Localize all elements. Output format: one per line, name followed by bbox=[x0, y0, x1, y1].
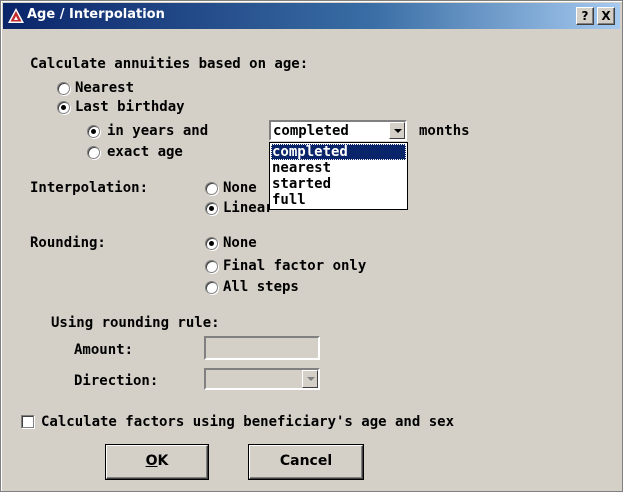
rounding-all-radio[interactable] bbox=[205, 281, 218, 294]
dropdown-option-nearest[interactable]: nearest bbox=[271, 160, 406, 176]
rounding-none-label[interactable]: None bbox=[223, 235, 257, 251]
rounding-all-label[interactable]: All steps bbox=[223, 279, 299, 295]
rounding-final-radio[interactable] bbox=[205, 260, 218, 273]
beneficiary-checkbox[interactable] bbox=[21, 415, 34, 428]
rounding-rule-heading: Using rounding rule: bbox=[51, 315, 220, 331]
interpolation-linear-radio[interactable] bbox=[205, 202, 218, 215]
amount-field[interactable] bbox=[204, 336, 320, 360]
exact-age-label[interactable]: exact age bbox=[107, 144, 183, 160]
exact-age-radio[interactable] bbox=[87, 146, 100, 159]
direction-combo[interactable] bbox=[204, 368, 320, 390]
amount-label: Amount: bbox=[74, 342, 134, 358]
rounding-label: Rounding: bbox=[30, 235, 106, 251]
beneficiary-label[interactable]: Calculate factors using beneficiary's ag… bbox=[41, 414, 454, 430]
nearest-radio[interactable] bbox=[57, 82, 70, 95]
cancel-button[interactable]: Cancel bbox=[249, 445, 363, 479]
close-button[interactable]: X bbox=[597, 7, 615, 25]
ok-label: K bbox=[157, 453, 169, 469]
app-logo-icon bbox=[8, 8, 24, 23]
help-button[interactable]: ? bbox=[576, 7, 594, 25]
interpolation-linear-label[interactable]: Linear bbox=[223, 200, 274, 216]
dropdown-option-full[interactable]: full bbox=[271, 192, 406, 208]
interpolation-none-label[interactable]: None bbox=[223, 180, 257, 196]
window-title: Age / Interpolation bbox=[27, 7, 165, 22]
in-years-radio[interactable] bbox=[87, 125, 100, 138]
chevron-down-icon[interactable] bbox=[389, 122, 405, 139]
rounding-none-radio[interactable] bbox=[205, 237, 218, 250]
rounding-final-label[interactable]: Final factor only bbox=[223, 258, 366, 274]
dropdown-option-completed[interactable]: completed bbox=[271, 144, 406, 160]
in-years-label[interactable]: in years and bbox=[107, 123, 208, 139]
interpolation-none-radio[interactable] bbox=[205, 182, 218, 195]
interpolation-label: Interpolation: bbox=[30, 180, 149, 196]
direction-label: Direction: bbox=[74, 373, 159, 389]
dialog-window: Age / Interpolation ? X Calculate annuit… bbox=[0, 0, 623, 492]
ok-button[interactable]: OK bbox=[106, 445, 208, 479]
months-combo[interactable]: completed bbox=[269, 120, 407, 141]
dropdown-option-started[interactable]: started bbox=[271, 176, 406, 192]
last-birthday-label[interactable]: Last birthday bbox=[75, 99, 185, 115]
last-birthday-radio[interactable] bbox=[57, 101, 70, 114]
title-bar[interactable]: Age / Interpolation ? X bbox=[3, 3, 620, 29]
age-heading: Calculate annuities based on age: bbox=[30, 56, 309, 72]
months-label: months bbox=[419, 123, 470, 139]
months-combo-value: completed bbox=[273, 123, 349, 139]
months-dropdown-list: completed nearest started full bbox=[269, 142, 408, 210]
nearest-label[interactable]: Nearest bbox=[75, 80, 134, 96]
chevron-down-icon[interactable] bbox=[302, 370, 318, 388]
ok-mnemonic: O bbox=[145, 453, 158, 469]
